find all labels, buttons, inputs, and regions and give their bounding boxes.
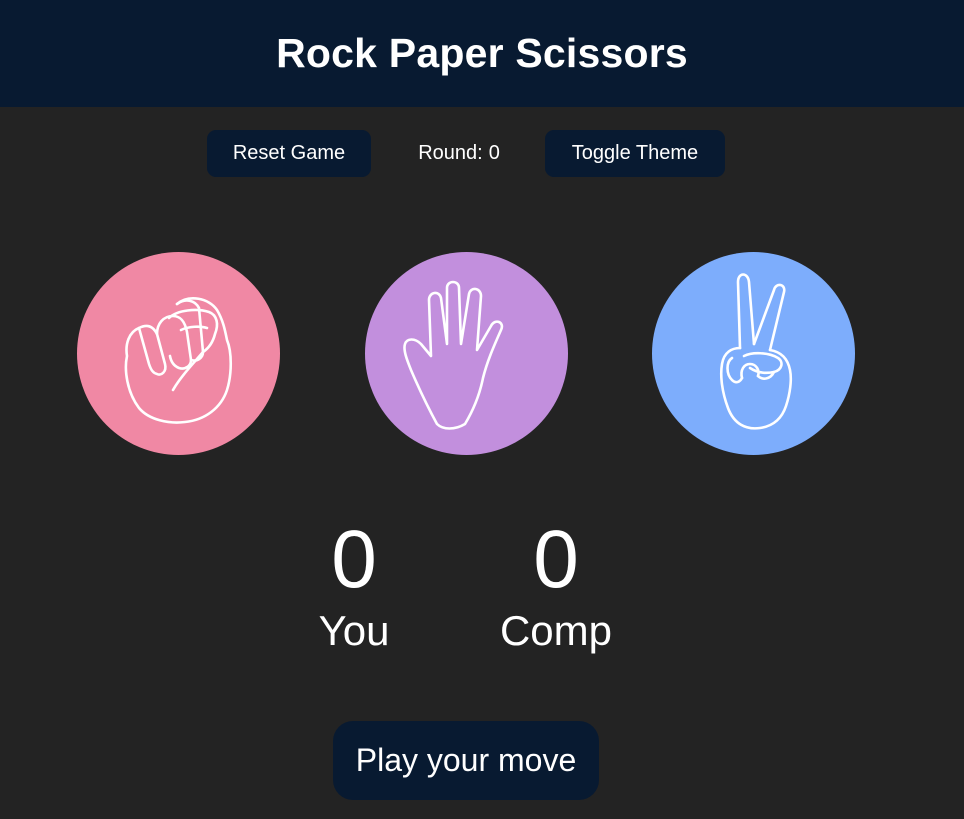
computer-score: 0 Comp bbox=[456, 515, 656, 655]
peace-sign-icon bbox=[719, 273, 793, 430]
rock-choice-button[interactable] bbox=[77, 252, 280, 455]
computer-score-label: Comp bbox=[499, 607, 613, 654]
round-counter: Round: 0 bbox=[396, 130, 522, 177]
header-bar: Rock Paper Scissors bbox=[0, 0, 964, 107]
open-hand-icon bbox=[403, 280, 504, 430]
player-score-label: You bbox=[318, 607, 390, 654]
status-message-button[interactable]: Play your move bbox=[333, 721, 599, 800]
page-title: Rock Paper Scissors bbox=[276, 30, 688, 76]
toggle-theme-button[interactable]: Toggle Theme bbox=[545, 130, 725, 177]
controls-bar: Reset Game Round: 0 Toggle Theme bbox=[0, 130, 964, 177]
player-score-value: 0 bbox=[331, 514, 377, 605]
player-score: 0 You bbox=[254, 515, 454, 655]
round-label: Round: bbox=[418, 142, 483, 164]
round-value: 0 bbox=[488, 142, 500, 164]
reset-game-button[interactable]: Reset Game bbox=[207, 130, 371, 177]
fist-icon bbox=[124, 297, 233, 424]
scissors-choice-button[interactable] bbox=[652, 252, 855, 455]
paper-choice-button[interactable] bbox=[365, 252, 568, 455]
computer-score-value: 0 bbox=[533, 514, 579, 605]
